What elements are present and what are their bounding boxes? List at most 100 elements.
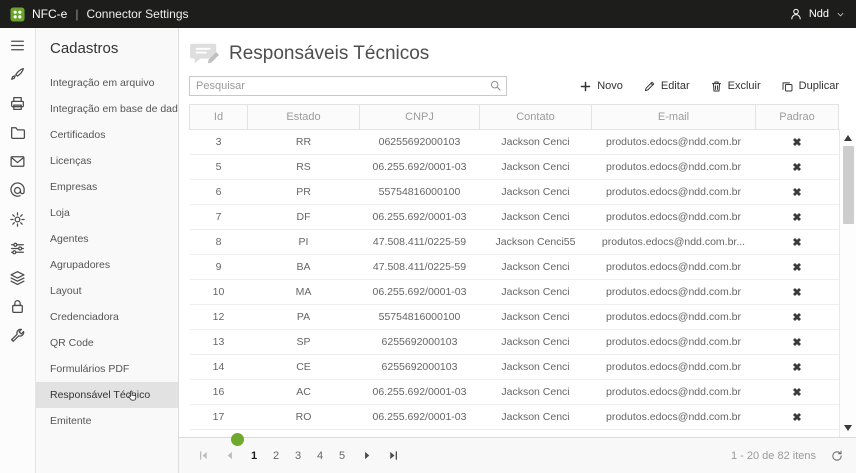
cell-id: 13: [190, 330, 248, 355]
cell-padrao: ✖: [756, 430, 839, 438]
table-row-partial[interactable]: 18AP55754816000100Jackson Cenciprodutos.…: [190, 430, 839, 438]
sidebar-item-loja[interactable]: Loja: [36, 200, 178, 226]
sidebar-item-formularios-pdf[interactable]: Formulários PDF: [36, 356, 178, 382]
wrench-icon[interactable]: [9, 327, 26, 344]
search-input[interactable]: [189, 76, 507, 96]
table-body: 3RR06255692000103Jackson Cenciprodutos.e…: [190, 130, 839, 438]
cell-contato: Jackson Cenci: [480, 380, 592, 405]
table-row[interactable]: 3RR06255692000103Jackson Cenciprodutos.e…: [190, 130, 839, 155]
not-default-icon: ✖: [792, 287, 801, 299]
editar-button[interactable]: Editar: [636, 78, 697, 95]
table-row[interactable]: 16AC06.255.692/0001-03Jackson Cenciprodu…: [190, 380, 839, 405]
not-default-icon: ✖: [792, 437, 801, 438]
cell-email: produtos.edocs@ndd.com.br: [592, 255, 756, 280]
scrollbar-up-button[interactable]: [841, 132, 856, 144]
column-header-cnpj[interactable]: CNPJ: [360, 105, 480, 130]
page-button-4[interactable]: 4: [309, 444, 331, 468]
sidebar-item-credenciadora[interactable]: Credenciadora: [36, 304, 178, 330]
previous-page-button[interactable]: [217, 444, 241, 468]
cell-cnpj: 06.255.692/0001-03: [360, 155, 480, 180]
table-row[interactable]: 9BA47.508.411/0225-59Jackson Cenciprodut…: [190, 255, 839, 280]
table-row[interactable]: 10MA06.255.692/0001-03Jackson Cenciprodu…: [190, 280, 839, 305]
sidebar-item-integracao-em-base-de-dados[interactable]: Integração em base de dados: [36, 96, 178, 122]
duplicar-button[interactable]: Duplicar: [774, 78, 846, 95]
page-button-2[interactable]: 2: [265, 444, 287, 468]
table-row[interactable]: 7DF06.255.692/0001-03Jackson Cenciprodut…: [190, 205, 839, 230]
cell-estado: SP: [248, 330, 360, 355]
cell-id: 5: [190, 155, 248, 180]
next-page-button[interactable]: [355, 444, 379, 468]
page-button-3[interactable]: 3: [287, 444, 309, 468]
printer-icon[interactable]: [9, 95, 26, 112]
table-row[interactable]: 17RO06.255.692/0001-03Jackson Cenciprodu…: [190, 405, 839, 430]
sidebar: Cadastros Integração em arquivoIntegraçã…: [36, 28, 179, 473]
table-row[interactable]: 13SP6255692000103Jackson Cenciprodutos.e…: [190, 330, 839, 355]
folder-icon[interactable]: [9, 124, 26, 141]
page-button-1[interactable]: 1: [243, 444, 265, 468]
sliders-icon[interactable]: [9, 240, 26, 257]
gear-icon[interactable]: [9, 211, 26, 228]
cell-id: 9: [190, 255, 248, 280]
cell-cnpj: 06.255.692/0001-03: [360, 380, 480, 405]
cell-cnpj: 06.255.692/0001-03: [360, 205, 480, 230]
sidebar-item-licencas[interactable]: Licenças: [36, 148, 178, 174]
cell-id: 12: [190, 305, 248, 330]
sidebar-item-agentes[interactable]: Agentes: [36, 226, 178, 252]
mail-icon[interactable]: [9, 153, 26, 170]
scrollbar-thumb[interactable]: [843, 146, 854, 224]
column-header-estado[interactable]: Estado: [248, 105, 360, 130]
cell-cnpj: 47.508.411/0225-59: [360, 255, 480, 280]
novo-button[interactable]: Novo: [572, 78, 630, 95]
not-default-icon: ✖: [792, 212, 801, 224]
excluir-button[interactable]: Excluir: [703, 78, 768, 95]
app-name: NFC-e: [32, 7, 67, 21]
table-row[interactable]: 5RS06.255.692/0001-03Jackson Cenciprodut…: [190, 155, 839, 180]
cell-id: 6: [190, 180, 248, 205]
column-header-id[interactable]: Id: [190, 105, 248, 130]
sidebar-item-empresas[interactable]: Empresas: [36, 174, 178, 200]
last-page-button[interactable]: [381, 444, 405, 468]
cell-estado: PR: [248, 180, 360, 205]
cell-contato: Jackson Cenci: [480, 180, 592, 205]
layers-icon[interactable]: [9, 269, 26, 286]
cell-padrao: ✖: [756, 255, 839, 280]
sidebar-item-agrupadores[interactable]: Agrupadores: [36, 252, 178, 278]
icon-rail: [0, 28, 36, 473]
user-icon: [789, 7, 803, 21]
brush-icon[interactable]: [9, 66, 26, 83]
title-divider: |: [75, 7, 78, 21]
at-icon[interactable]: [9, 182, 26, 199]
cell-contato: Jackson Cenci55: [480, 230, 592, 255]
sidebar-item-qr-code[interactable]: QR Code: [36, 330, 178, 356]
cell-contato: Jackson Cenci: [480, 130, 592, 155]
vertical-scrollbar[interactable]: [839, 129, 856, 437]
cell-contato: Jackson Cenci: [480, 155, 592, 180]
sidebar-header: Cadastros: [36, 28, 178, 70]
scrollbar-track[interactable]: [840, 144, 856, 422]
cell-padrao: ✖: [756, 405, 839, 430]
sidebar-item-certificados[interactable]: Certificados: [36, 122, 178, 148]
column-header-padrao[interactable]: Padrao: [756, 105, 839, 130]
table-row[interactable]: 12PA55754816000100Jackson Cenciprodutos.…: [190, 305, 839, 330]
search-icon: [489, 79, 502, 92]
table-row[interactable]: 8PI47.508.411/0225-59Jackson Cenci55prod…: [190, 230, 839, 255]
cell-email: produtos.edocs@ndd.com.br: [592, 430, 756, 438]
column-header-contato[interactable]: Contato: [480, 105, 592, 130]
menu-icon[interactable]: [9, 37, 26, 54]
lock-icon[interactable]: [9, 298, 26, 315]
table-header-row: IdEstadoCNPJContatoE-mailPadrao: [190, 105, 839, 130]
sidebar-item-layout[interactable]: Layout: [36, 278, 178, 304]
column-header-e-mail[interactable]: E-mail: [592, 105, 756, 130]
cell-estado: MA: [248, 280, 360, 305]
scrollbar-down-button[interactable]: [841, 422, 856, 434]
green-status-dot: [231, 433, 244, 446]
page-button-5[interactable]: 5: [331, 444, 353, 468]
user-menu[interactable]: Ndd: [789, 7, 846, 21]
table-row[interactable]: 14CE6255692000103Jackson Cenciprodutos.e…: [190, 355, 839, 380]
refresh-button[interactable]: [830, 449, 844, 463]
table-row[interactable]: 6PR55754816000100Jackson Cenciprodutos.e…: [190, 180, 839, 205]
sidebar-item-integracao-em-arquivo[interactable]: Integração em arquivo: [36, 70, 178, 96]
sidebar-item-responsavel-tecnico[interactable]: Responsável Técnico: [36, 382, 178, 408]
first-page-button[interactable]: [191, 444, 215, 468]
sidebar-item-emitente[interactable]: Emitente: [36, 408, 178, 434]
